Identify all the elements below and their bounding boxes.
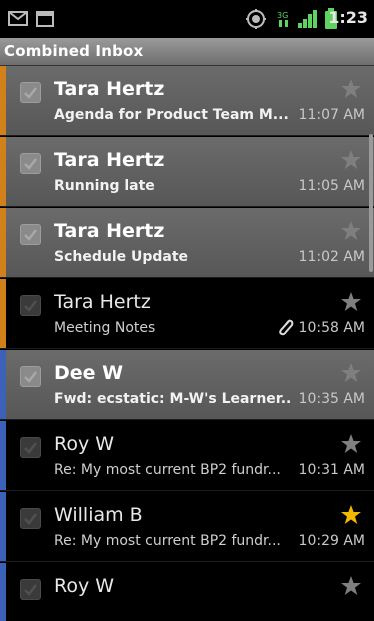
checkmark-icon xyxy=(24,158,37,170)
subject-line: Agenda for Product Team M... xyxy=(54,107,289,123)
star-icon[interactable] xyxy=(340,362,362,384)
message-time: 11:02 AM xyxy=(298,249,365,265)
sender-name: Roy W xyxy=(54,575,115,597)
checkmark-icon xyxy=(24,584,37,596)
star-icon[interactable] xyxy=(340,504,362,526)
status-time: 1:23 xyxy=(328,8,368,27)
email-notification-icon xyxy=(8,11,28,26)
signal-strength-icon xyxy=(298,10,317,28)
title-bar: Combined Inbox xyxy=(0,38,374,66)
message-time: 10:35 AM xyxy=(298,391,365,407)
message-time: 11:07 AM xyxy=(298,107,365,123)
star-icon[interactable] xyxy=(340,78,362,100)
sender-name: Tara Hertz xyxy=(54,78,165,100)
page-title: Combined Inbox xyxy=(4,42,144,60)
message-time: 10:29 AM xyxy=(298,533,365,549)
select-checkbox[interactable] xyxy=(20,82,41,103)
select-checkbox[interactable] xyxy=(20,508,41,529)
checkmark-icon xyxy=(24,371,37,383)
subject-line: Meeting Notes xyxy=(54,320,156,336)
message-row[interactable]: Tara Hertz Schedule Update 11:02 AM xyxy=(0,208,374,278)
message-time: 11:05 AM xyxy=(298,178,365,194)
account-color-bar xyxy=(0,279,6,348)
message-row[interactable]: Tara Hertz Meeting Notes 10:58 AM xyxy=(0,279,374,349)
subject-line: Re: My most current BP2 fundr... xyxy=(54,462,281,478)
message-row[interactable]: Tara Hertz Agenda for Product Team M... 11… xyxy=(0,66,374,136)
star-icon[interactable] xyxy=(340,220,362,242)
select-checkbox[interactable] xyxy=(20,437,41,458)
status-bar: 3G 1:23 xyxy=(0,0,374,38)
svg-text:3G: 3G xyxy=(277,11,288,20)
message-row[interactable]: Tara Hertz Running late 11:05 AM xyxy=(0,137,374,207)
checkmark-icon xyxy=(24,300,37,312)
checkmark-icon xyxy=(24,442,37,454)
account-color-bar xyxy=(0,421,6,490)
subject-line: Re: My most current BP2 fundr... xyxy=(54,533,281,549)
sender-name: Tara Hertz xyxy=(54,220,165,242)
checkmark-icon xyxy=(24,87,37,99)
message-time: 10:31 AM xyxy=(298,462,365,478)
subject-line: Schedule Update xyxy=(54,249,189,265)
message-list[interactable]: Tara Hertz Agenda for Product Team M... 11… xyxy=(0,66,374,621)
select-checkbox[interactable] xyxy=(20,224,41,245)
attachment-icon xyxy=(279,319,294,336)
star-icon[interactable] xyxy=(340,575,362,597)
sender-name: Tara Hertz xyxy=(54,149,165,171)
account-color-bar xyxy=(0,66,6,135)
data-transfer-icon: 3G xyxy=(277,11,288,27)
select-checkbox[interactable] xyxy=(20,579,41,600)
checkmark-icon xyxy=(24,513,37,525)
star-icon[interactable] xyxy=(340,291,362,313)
sender-name: William B xyxy=(54,504,143,526)
message-row[interactable]: Roy W Re: My most current BP2 fundr... 10:… xyxy=(0,421,374,491)
account-color-bar xyxy=(0,492,6,561)
account-color-bar xyxy=(0,563,6,621)
select-checkbox[interactable] xyxy=(20,366,41,387)
message-row[interactable]: William B Re: My most current BP2 fundr..… xyxy=(0,492,374,562)
star-icon[interactable] xyxy=(340,433,362,455)
account-color-bar xyxy=(0,350,6,419)
account-color-bar xyxy=(0,208,6,277)
scrollbar[interactable] xyxy=(369,134,373,272)
gps-icon xyxy=(246,9,266,29)
message-row[interactable]: Roy W xyxy=(0,563,374,621)
subject-line: Fwd: ecstatic: M-W's Learner... xyxy=(54,391,292,407)
select-checkbox[interactable] xyxy=(20,295,41,316)
message-time: 10:58 AM xyxy=(298,320,365,336)
sender-name: Roy W xyxy=(54,433,115,455)
calendar-notification-icon xyxy=(36,11,54,27)
star-icon[interactable] xyxy=(340,149,362,171)
subject-line: Running late xyxy=(54,178,155,194)
select-checkbox[interactable] xyxy=(20,153,41,174)
sender-name: Dee W xyxy=(54,362,124,384)
checkmark-icon xyxy=(24,229,37,241)
account-color-bar xyxy=(0,137,6,206)
sender-name: Tara Hertz xyxy=(54,291,151,313)
message-row[interactable]: Dee W Fwd: ecstatic: M-W's Learner... 10:3… xyxy=(0,350,374,420)
